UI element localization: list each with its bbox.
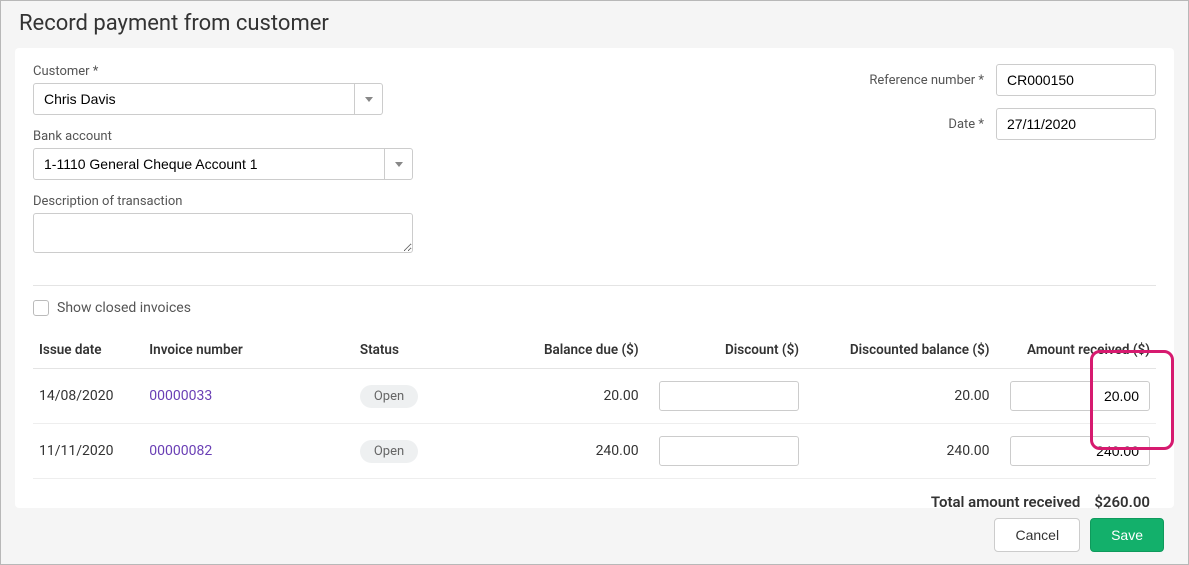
customer-label: Customer * [33, 64, 443, 79]
status-badge: Open [360, 440, 418, 463]
col-status: Status [354, 334, 494, 369]
reference-input[interactable] [996, 64, 1156, 96]
show-closed-label: Show closed invoices [57, 300, 191, 316]
bank-account-dropdown-button[interactable] [384, 149, 412, 179]
customer-combo[interactable] [33, 83, 383, 115]
total-row: Total amount received $260.00 [33, 479, 1156, 511]
bank-account-label: Bank account [33, 129, 443, 144]
cell-balance-due: 240.00 [494, 424, 644, 479]
table-row: 11/11/2020 00000082 Open 240.00 240.00 [33, 424, 1156, 479]
left-column: Customer * Bank account [33, 64, 443, 271]
col-invoice-number: Invoice number [143, 334, 354, 369]
col-discounted-balance: Discounted balance ($) [805, 334, 996, 369]
cell-balance-due: 20.00 [494, 369, 644, 424]
bank-account-combo[interactable] [33, 148, 413, 180]
show-closed-row: Show closed invoices [33, 300, 1156, 316]
cell-invoice-number: 00000082 [143, 424, 354, 479]
status-badge: Open [360, 385, 418, 408]
col-discount: Discount ($) [645, 334, 805, 369]
customer-dropdown-button[interactable] [354, 84, 382, 114]
invoice-link[interactable]: 00000033 [149, 388, 212, 404]
date-label: Date * [948, 117, 984, 132]
customer-field: Customer * [33, 64, 443, 115]
cell-status: Open [354, 369, 494, 424]
col-issue-date: Issue date [33, 334, 143, 369]
date-input[interactable] [997, 116, 1189, 132]
col-amount-received: Amount received ($) [996, 334, 1156, 369]
cell-issue-date: 11/11/2020 [33, 424, 143, 479]
discount-input[interactable] [659, 436, 799, 466]
footer-buttons: Cancel Save [994, 518, 1164, 552]
reference-label: Reference number * [869, 73, 984, 88]
reference-row: Reference number * [796, 64, 1156, 96]
cell-discounted-balance: 20.00 [805, 369, 996, 424]
customer-input[interactable] [34, 84, 354, 114]
table-header-row: Issue date Invoice number Status Balance… [33, 334, 1156, 369]
cell-status: Open [354, 424, 494, 479]
page-title: Record payment from customer [1, 1, 1188, 48]
description-field: Description of transaction [33, 194, 443, 257]
cell-invoice-number: 00000033 [143, 369, 354, 424]
cancel-button[interactable]: Cancel [994, 518, 1080, 552]
divider [33, 285, 1156, 286]
cell-issue-date: 14/08/2020 [33, 369, 143, 424]
chevron-down-icon [365, 97, 373, 102]
save-button[interactable]: Save [1090, 518, 1164, 552]
total-value: $260.00 [1094, 493, 1150, 511]
col-balance-due: Balance due ($) [494, 334, 644, 369]
right-column: Reference number * Date * [796, 64, 1156, 271]
dialog-window: Record payment from customer Customer * … [0, 0, 1189, 565]
cell-discount [645, 369, 805, 424]
show-closed-checkbox[interactable] [33, 300, 49, 316]
date-row: Date * [796, 108, 1156, 140]
total-label: Total amount received [931, 493, 1080, 511]
main-panel: Customer * Bank account [15, 48, 1174, 508]
date-input-wrap[interactable] [996, 108, 1156, 140]
table-row: 14/08/2020 00000033 Open 20.00 20.00 [33, 369, 1156, 424]
cell-discounted-balance: 240.00 [805, 424, 996, 479]
cell-amount-received [996, 369, 1156, 424]
description-label: Description of transaction [33, 194, 443, 209]
invoice-link[interactable]: 00000082 [149, 443, 212, 459]
chevron-down-icon [395, 162, 403, 167]
amount-received-input[interactable] [1010, 436, 1150, 466]
invoices-table: Issue date Invoice number Status Balance… [33, 334, 1156, 479]
form-top: Customer * Bank account [33, 64, 1156, 271]
discount-input[interactable] [659, 381, 799, 411]
cell-amount-received [996, 424, 1156, 479]
bank-account-input[interactable] [34, 149, 384, 179]
bank-account-field: Bank account [33, 129, 443, 180]
description-textarea[interactable] [33, 213, 413, 253]
amount-received-input[interactable] [1010, 381, 1150, 411]
cell-discount [645, 424, 805, 479]
